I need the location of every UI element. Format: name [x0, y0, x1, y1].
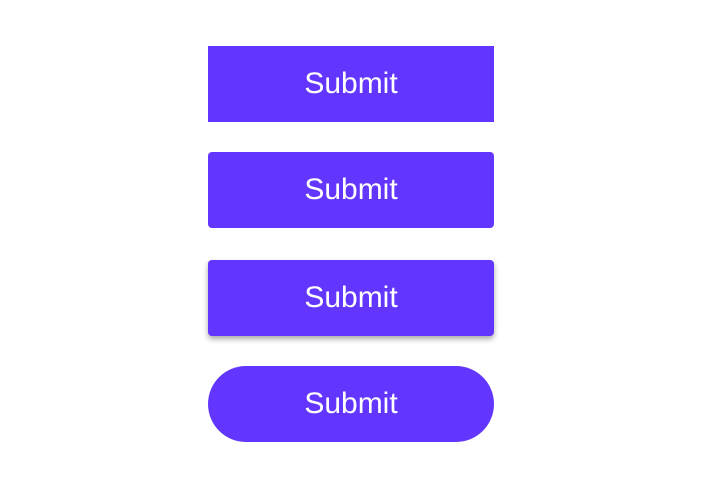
submit-button-square[interactable]: Submit — [208, 46, 494, 122]
submit-button-raised[interactable]: Submit — [208, 260, 494, 336]
submit-button-rounded[interactable]: Submit — [208, 152, 494, 228]
submit-button-pill[interactable]: Submit — [208, 366, 494, 442]
